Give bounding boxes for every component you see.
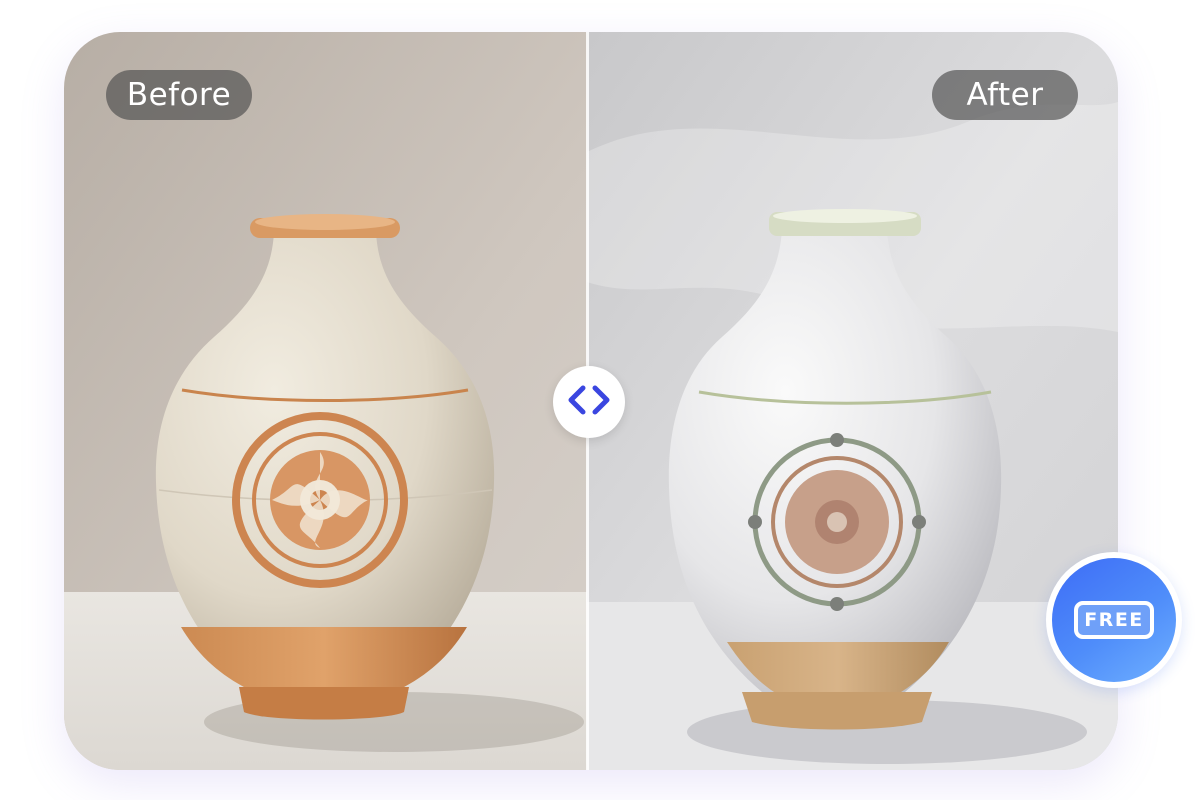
chevron-left-right-icon	[565, 383, 613, 422]
slider-handle[interactable]	[553, 366, 625, 438]
before-label: Before	[106, 70, 252, 120]
after-label: After	[932, 70, 1078, 120]
free-label: FREE	[1074, 601, 1154, 639]
free-badge[interactable]: FREE	[1046, 552, 1182, 688]
free-badge-circle: FREE	[1052, 558, 1176, 682]
before-image	[64, 32, 587, 770]
after-image	[587, 32, 1118, 770]
